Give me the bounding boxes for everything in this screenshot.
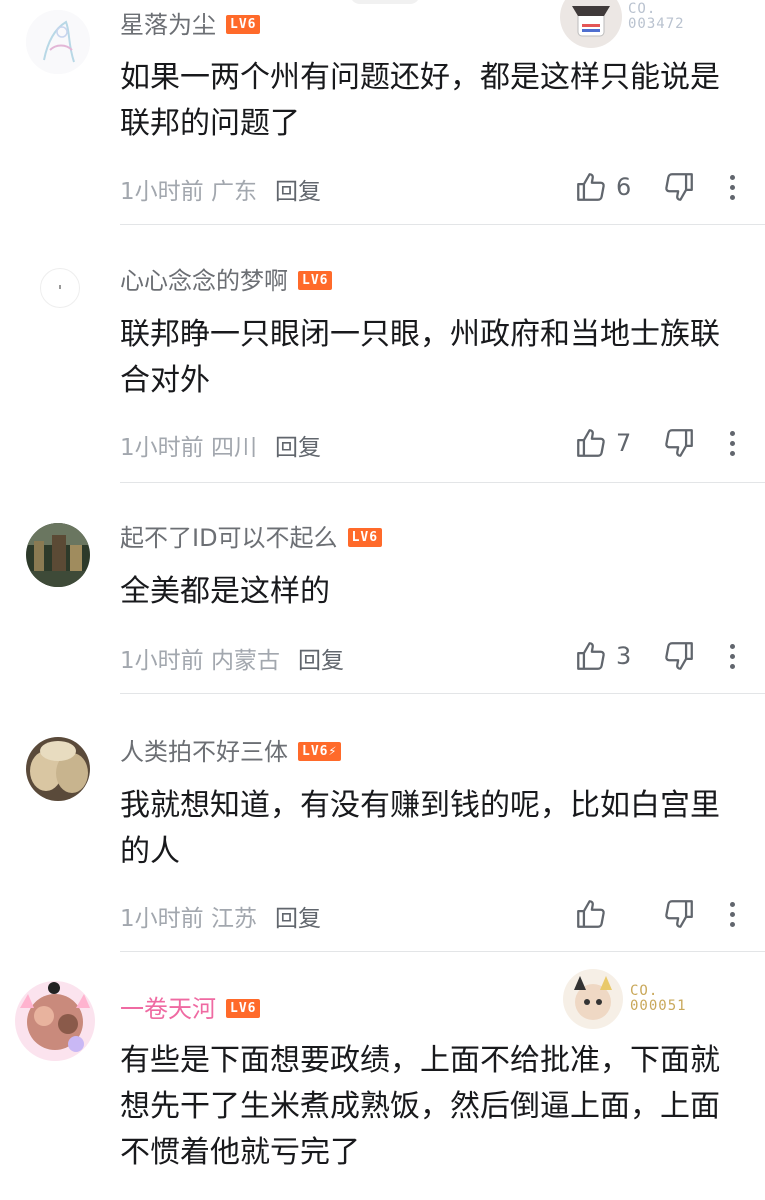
avatar[interactable] <box>14 980 96 1062</box>
like-button[interactable]: 6 <box>574 170 638 204</box>
location: 江苏 <box>210 906 257 932</box>
comment-actions: 3 <box>574 639 765 673</box>
avatar[interactable] <box>26 737 90 801</box>
more-button[interactable] <box>730 174 735 200</box>
username-text: 一卷天河 <box>120 995 216 1023</box>
reply-button[interactable]: 回复 <box>275 435 321 461</box>
fan-badge[interactable]: CO. 000051 <box>562 968 687 1030</box>
like-button[interactable] <box>574 897 638 931</box>
thumb-down-icon <box>665 429 693 457</box>
avatar-image <box>26 523 90 587</box>
comment-meta: 1小时前 四川 回复 <box>120 428 321 462</box>
username[interactable]: 星落为尘 LV6 <box>120 10 261 40</box>
timestamp: 1小时前 <box>120 435 204 461</box>
more-button[interactable] <box>730 643 735 669</box>
like-count: 3 <box>616 642 632 670</box>
timestamp: 1小时前 <box>120 648 204 674</box>
badge-image <box>560 0 622 48</box>
thumb-down-icon <box>665 900 693 928</box>
username-text: 星落为尘 <box>120 11 216 39</box>
thumb-down-icon <box>665 642 693 670</box>
badge-line2: 003472 <box>628 16 685 32</box>
dislike-button[interactable] <box>662 897 696 931</box>
divider <box>120 482 765 483</box>
dislike-button[interactable] <box>662 170 696 204</box>
like-button[interactable]: 7 <box>574 426 638 460</box>
comment-actions: 7 <box>574 426 765 460</box>
avatar[interactable] <box>40 268 80 308</box>
avatar[interactable] <box>26 523 90 587</box>
reply-button[interactable]: 回复 <box>298 648 344 674</box>
badge-line1: CO. <box>628 1 657 17</box>
level-badge: LV6 <box>347 527 383 547</box>
dislike-button[interactable] <box>662 426 696 460</box>
timestamp: 1小时前 <box>120 906 204 932</box>
more-icon <box>730 901 735 907</box>
more-icon <box>730 174 735 180</box>
more-icon <box>730 643 735 649</box>
badge-number: CO. 000051 <box>630 984 687 1014</box>
like-count: 6 <box>616 173 632 201</box>
divider <box>120 693 765 694</box>
comment-meta: 1小时前 内蒙古 回复 <box>120 641 344 675</box>
comment-actions: 6 <box>574 170 765 204</box>
avatar-image <box>59 285 61 289</box>
divider <box>120 951 765 952</box>
username-text: 心心念念的梦啊 <box>120 267 288 295</box>
thumb-up-icon <box>577 642 605 670</box>
comment-meta: 1小时前 广东 回复 <box>120 172 321 206</box>
thumb-up-icon <box>577 429 605 457</box>
username-text: 起不了ID可以不起么 <box>120 524 338 552</box>
comment-text[interactable]: 全美都是这样的 <box>120 569 730 615</box>
more-button[interactable] <box>730 430 735 456</box>
comment-text[interactable]: 我就想知道，有没有赚到钱的呢，比如白宫里的人 <box>120 783 730 875</box>
badge-line2: 000051 <box>630 998 687 1014</box>
comment-meta: 1小时前 江苏 回复 <box>120 899 321 933</box>
comment-actions <box>574 897 765 931</box>
avatar-image <box>26 737 90 801</box>
thumb-up-icon <box>577 173 605 201</box>
level-badge: LV6 <box>298 270 333 290</box>
location: 广东 <box>210 179 257 205</box>
divider <box>120 224 765 225</box>
comment-text[interactable]: 如果一两个州有问题还好，都是这样只能说是联邦的问题了 <box>120 55 730 147</box>
badge-line1: CO. <box>630 983 659 999</box>
like-count: 7 <box>616 429 632 457</box>
avatar-image <box>26 10 90 74</box>
thumb-up-icon <box>577 900 605 928</box>
like-button[interactable]: 3 <box>574 639 638 673</box>
username-text: 人类拍不好三体 <box>120 738 288 766</box>
username[interactable]: 起不了ID可以不起么 LV6 <box>120 523 383 553</box>
timestamp: 1小时前 <box>120 179 204 205</box>
level-badge: LV6 <box>226 14 261 34</box>
level-badge: LV6 <box>226 998 261 1018</box>
more-icon <box>730 430 735 436</box>
reply-button[interactable]: 回复 <box>275 179 321 205</box>
username[interactable]: 人类拍不好三体 LV6⚡ <box>120 737 342 767</box>
dislike-button[interactable] <box>662 639 696 673</box>
badge-image <box>562 968 624 1030</box>
avatar[interactable] <box>26 10 90 74</box>
comment-text[interactable]: 联邦睁一只眼闭一只眼，州政府和当地士族联合对外 <box>120 312 730 404</box>
thumb-down-icon <box>665 173 693 201</box>
more-button[interactable] <box>730 901 735 927</box>
top-overlay <box>350 0 420 4</box>
avatar-image <box>15 981 95 1061</box>
comment-text[interactable]: 有些是下面想要政绩，上面不给批准，下面就想先干了生米煮成熟饭，然后倒逼上面，上面… <box>120 1038 730 1176</box>
username[interactable]: 一卷天河 LV6 <box>120 994 261 1024</box>
location: 四川 <box>210 435 257 461</box>
badge-number: CO. 003472 <box>628 2 685 32</box>
level-badge: LV6⚡ <box>298 741 342 761</box>
fan-badge[interactable]: CO. 003472 <box>560 0 685 48</box>
reply-button[interactable]: 回复 <box>275 906 321 932</box>
location: 内蒙古 <box>210 648 280 674</box>
username[interactable]: 心心念念的梦啊 LV6 <box>120 266 333 296</box>
